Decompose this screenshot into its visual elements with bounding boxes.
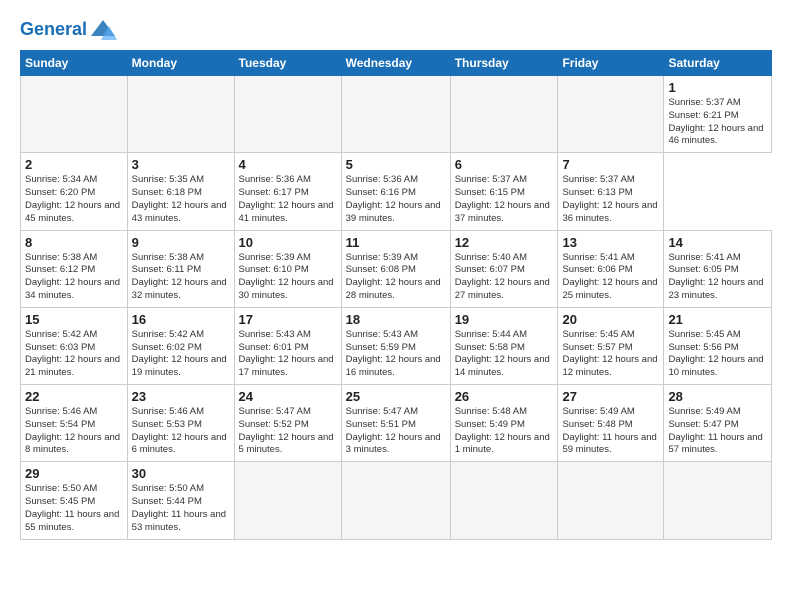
col-header-monday: Monday	[127, 51, 234, 76]
col-header-tuesday: Tuesday	[234, 51, 341, 76]
calendar-cell-13: 13Sunrise: 5:41 AMSunset: 6:06 PMDayligh…	[558, 230, 664, 307]
calendar-row: 29Sunrise: 5:50 AMSunset: 5:45 PMDayligh…	[21, 462, 772, 539]
calendar-row: 1Sunrise: 5:37 AMSunset: 6:21 PMDaylight…	[21, 76, 772, 153]
calendar-cell-9: 9Sunrise: 5:38 AMSunset: 6:11 PMDaylight…	[127, 230, 234, 307]
calendar-cell-24: 24Sunrise: 5:47 AMSunset: 5:52 PMDayligh…	[234, 385, 341, 462]
calendar-cell-30: 30Sunrise: 5:50 AMSunset: 5:44 PMDayligh…	[127, 462, 234, 539]
calendar-cell-18: 18Sunrise: 5:43 AMSunset: 5:59 PMDayligh…	[341, 307, 450, 384]
calendar-cell-15: 15Sunrise: 5:42 AMSunset: 6:03 PMDayligh…	[21, 307, 128, 384]
calendar-cell-22: 22Sunrise: 5:46 AMSunset: 5:54 PMDayligh…	[21, 385, 128, 462]
calendar-cell-empty	[450, 76, 558, 153]
col-header-wednesday: Wednesday	[341, 51, 450, 76]
calendar-cell-2: 2Sunrise: 5:34 AMSunset: 6:20 PMDaylight…	[21, 153, 128, 230]
calendar-table: SundayMondayTuesdayWednesdayThursdayFrid…	[20, 50, 772, 540]
calendar-cell-empty	[450, 462, 558, 539]
calendar-cell-14: 14Sunrise: 5:41 AMSunset: 6:05 PMDayligh…	[664, 230, 772, 307]
calendar-row: 15Sunrise: 5:42 AMSunset: 6:03 PMDayligh…	[21, 307, 772, 384]
calendar-cell-20: 20Sunrise: 5:45 AMSunset: 5:57 PMDayligh…	[558, 307, 664, 384]
logo-text: General	[20, 20, 87, 40]
calendar-cell-27: 27Sunrise: 5:49 AMSunset: 5:48 PMDayligh…	[558, 385, 664, 462]
calendar-cell-12: 12Sunrise: 5:40 AMSunset: 6:07 PMDayligh…	[450, 230, 558, 307]
calendar-cell-21: 21Sunrise: 5:45 AMSunset: 5:56 PMDayligh…	[664, 307, 772, 384]
calendar-cell-empty	[341, 462, 450, 539]
page: General SundayMondayTuesdayWednesdayThur…	[0, 0, 792, 612]
calendar-cell-6: 6Sunrise: 5:37 AMSunset: 6:15 PMDaylight…	[450, 153, 558, 230]
calendar-cell-11: 11Sunrise: 5:39 AMSunset: 6:08 PMDayligh…	[341, 230, 450, 307]
header: General	[20, 16, 772, 40]
calendar-cell-1: 1Sunrise: 5:37 AMSunset: 6:21 PMDaylight…	[664, 76, 772, 153]
col-header-saturday: Saturday	[664, 51, 772, 76]
calendar-cell-19: 19Sunrise: 5:44 AMSunset: 5:58 PMDayligh…	[450, 307, 558, 384]
calendar-row: 22Sunrise: 5:46 AMSunset: 5:54 PMDayligh…	[21, 385, 772, 462]
calendar-cell-16: 16Sunrise: 5:42 AMSunset: 6:02 PMDayligh…	[127, 307, 234, 384]
logo: General	[20, 16, 117, 40]
calendar-cell-empty	[234, 462, 341, 539]
calendar-cell-17: 17Sunrise: 5:43 AMSunset: 6:01 PMDayligh…	[234, 307, 341, 384]
calendar-cell-29: 29Sunrise: 5:50 AMSunset: 5:45 PMDayligh…	[21, 462, 128, 539]
col-header-friday: Friday	[558, 51, 664, 76]
calendar-cell-5: 5Sunrise: 5:36 AMSunset: 6:16 PMDaylight…	[341, 153, 450, 230]
calendar-cell-10: 10Sunrise: 5:39 AMSunset: 6:10 PMDayligh…	[234, 230, 341, 307]
calendar-row: 2Sunrise: 5:34 AMSunset: 6:20 PMDaylight…	[21, 153, 772, 230]
calendar-cell-25: 25Sunrise: 5:47 AMSunset: 5:51 PMDayligh…	[341, 385, 450, 462]
calendar-cell-7: 7Sunrise: 5:37 AMSunset: 6:13 PMDaylight…	[558, 153, 664, 230]
calendar-cell-empty	[558, 462, 664, 539]
calendar-cell-empty	[341, 76, 450, 153]
calendar-header-row: SundayMondayTuesdayWednesdayThursdayFrid…	[21, 51, 772, 76]
calendar-cell-23: 23Sunrise: 5:46 AMSunset: 5:53 PMDayligh…	[127, 385, 234, 462]
calendar-cell-empty	[127, 76, 234, 153]
calendar-cell-empty	[234, 76, 341, 153]
calendar-cell-28: 28Sunrise: 5:49 AMSunset: 5:47 PMDayligh…	[664, 385, 772, 462]
calendar-cell-empty	[664, 462, 772, 539]
logo-icon	[89, 16, 117, 44]
calendar-cell-empty	[558, 76, 664, 153]
calendar-cell-4: 4Sunrise: 5:36 AMSunset: 6:17 PMDaylight…	[234, 153, 341, 230]
calendar-cell-3: 3Sunrise: 5:35 AMSunset: 6:18 PMDaylight…	[127, 153, 234, 230]
col-header-sunday: Sunday	[21, 51, 128, 76]
calendar-cell-26: 26Sunrise: 5:48 AMSunset: 5:49 PMDayligh…	[450, 385, 558, 462]
calendar-row: 8Sunrise: 5:38 AMSunset: 6:12 PMDaylight…	[21, 230, 772, 307]
calendar-cell-empty	[21, 76, 128, 153]
calendar-cell-8: 8Sunrise: 5:38 AMSunset: 6:12 PMDaylight…	[21, 230, 128, 307]
col-header-thursday: Thursday	[450, 51, 558, 76]
